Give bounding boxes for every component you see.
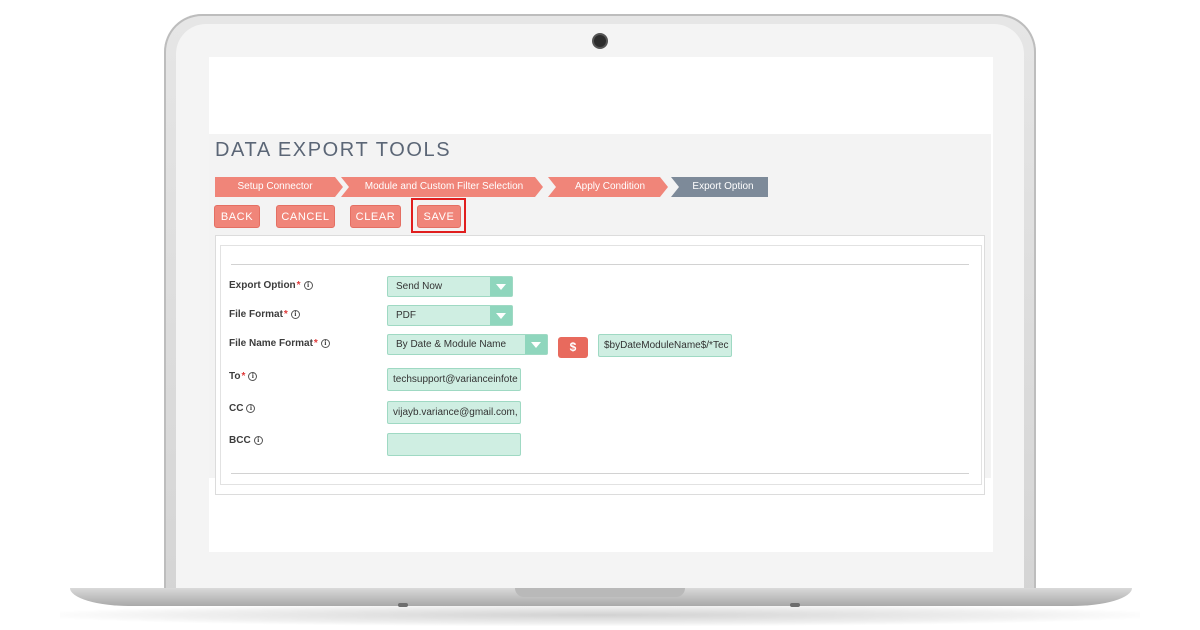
info-icon[interactable]: i	[320, 338, 330, 348]
clear-button[interactable]: CLEAR	[350, 205, 401, 228]
file-format-value: PDF	[396, 310, 416, 321]
required-mark: *	[296, 280, 301, 291]
export-option-label-text: Export Option	[229, 280, 296, 291]
laptop-foot	[790, 603, 800, 607]
step-export-option[interactable]: Export Option	[679, 177, 767, 197]
laptop-foot	[398, 603, 408, 607]
back-button[interactable]: BACK	[214, 205, 260, 228]
file-format-label: File Format* i	[229, 309, 300, 320]
data-export-app: DATA EXPORT TOOLS Setup Connector Module…	[209, 134, 991, 495]
required-mark: *	[313, 338, 318, 349]
export-option-label: Export Option* i	[229, 280, 313, 291]
caret-down-icon[interactable]	[490, 277, 512, 296]
export-option-form: Export Option* i Send Now File Format* i P…	[220, 245, 982, 485]
bcc-label: BCC i	[229, 435, 263, 446]
step-setup-connector[interactable]: Setup Connector	[215, 177, 335, 197]
file-format-label-text: File Format	[229, 309, 283, 320]
cc-input[interactable]: vijayb.variance@gmail.com, k	[387, 401, 521, 424]
required-mark: *	[283, 309, 288, 320]
file-name-format-label: File Name Format* i	[229, 338, 330, 349]
file-name-format-value: By Date & Module Name	[396, 339, 507, 350]
laptop-shadow	[60, 604, 1140, 626]
divider	[231, 264, 969, 265]
cancel-button[interactable]: CANCEL	[276, 205, 335, 228]
cc-label: CC i	[229, 403, 256, 414]
camera-icon	[594, 35, 606, 47]
info-icon[interactable]: i	[290, 309, 300, 319]
to-input[interactable]: techsupport@varianceinfote	[387, 368, 521, 391]
file-format-select[interactable]: PDF	[387, 305, 513, 326]
bcc-input[interactable]	[387, 433, 521, 456]
export-option-select[interactable]: Send Now	[387, 276, 513, 297]
required-mark: *	[241, 371, 246, 382]
export-option-panel: Export Option* i Send Now File Format* i P…	[215, 235, 985, 495]
step-module-filter[interactable]: Module and Custom Filter Selection	[349, 177, 539, 197]
info-icon[interactable]: i	[246, 403, 256, 413]
step-apply-condition[interactable]: Apply Condition	[556, 177, 664, 197]
save-highlight-box	[411, 198, 466, 233]
insert-variable-button[interactable]: $	[558, 337, 588, 358]
info-icon[interactable]: i	[253, 435, 263, 445]
page-title: DATA EXPORT TOOLS	[215, 139, 452, 161]
laptop-notch	[515, 588, 685, 597]
file-name-format-select[interactable]: By Date & Module Name	[387, 334, 548, 355]
bcc-label-text: BCC	[229, 435, 251, 446]
info-icon[interactable]: i	[248, 371, 258, 381]
file-name-pattern-input[interactable]: $byDateModuleName$/*Tec	[598, 334, 732, 357]
caret-down-icon[interactable]	[525, 335, 547, 354]
caret-down-icon[interactable]	[490, 306, 512, 325]
cc-label-text: CC	[229, 403, 244, 414]
file-name-format-label-text: File Name Format	[229, 338, 313, 349]
info-icon[interactable]: i	[303, 280, 313, 290]
screen: DATA EXPORT TOOLS Setup Connector Module…	[209, 57, 993, 552]
to-label: To* i	[229, 371, 258, 382]
to-label-text: To	[229, 371, 241, 382]
export-option-value: Send Now	[396, 281, 443, 292]
divider	[231, 473, 969, 474]
